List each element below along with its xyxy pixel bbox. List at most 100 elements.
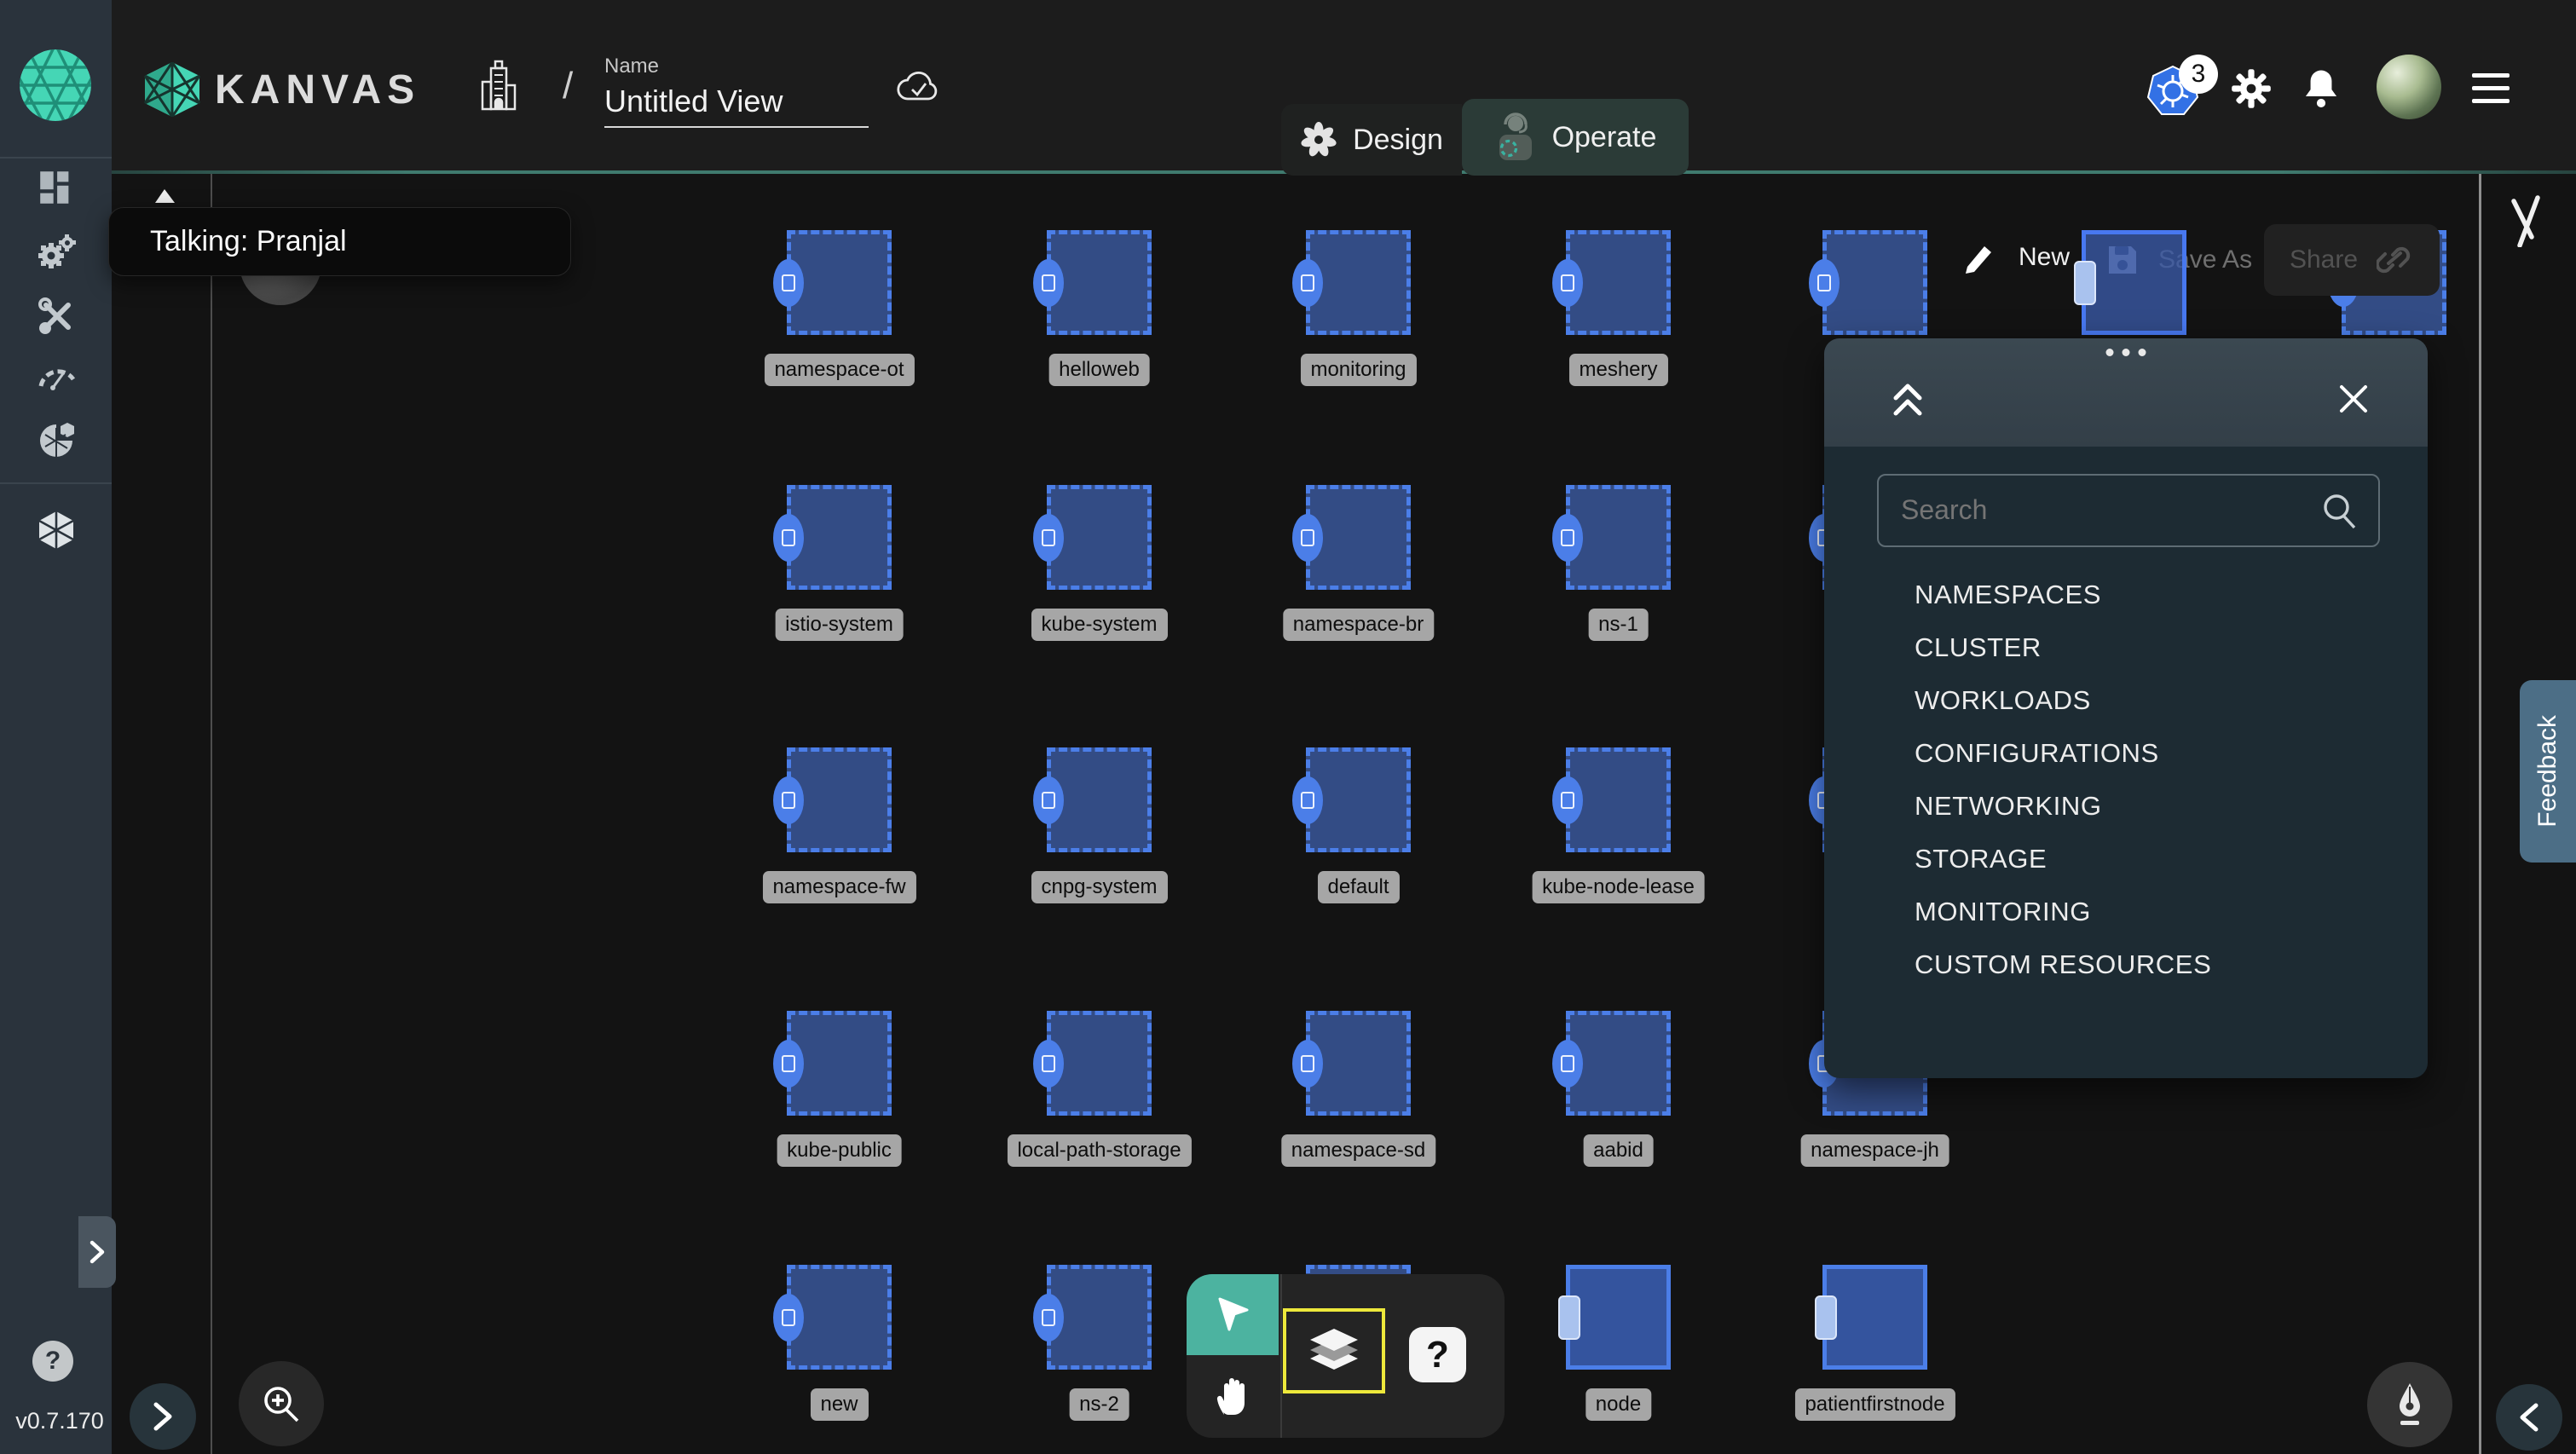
- node-connection-handle[interactable]: [773, 776, 804, 824]
- canvas-node-aabid[interactable]: aabid: [1566, 1011, 1671, 1116]
- search-icon[interactable]: [2320, 491, 2359, 530]
- canvas-node-monitoring[interactable]: monitoring: [1306, 230, 1411, 335]
- canvas-node-namespace-sd[interactable]: namespace-sd: [1306, 1011, 1411, 1116]
- canvas-node-kube-public[interactable]: kube-public: [787, 1011, 892, 1116]
- node-connection-handle[interactable]: [1809, 259, 1840, 307]
- feedback-tab[interactable]: Feedback: [2520, 680, 2576, 863]
- node-connection-handle[interactable]: [1292, 514, 1323, 562]
- panel-category-networking[interactable]: NETWORKING: [1915, 780, 2211, 833]
- settings-gear-icon[interactable]: [2231, 68, 2272, 113]
- tab-operate[interactable]: Operate: [1462, 99, 1689, 176]
- zoom-tool-button[interactable]: [239, 1361, 324, 1446]
- panel-category-storage[interactable]: STORAGE: [1915, 833, 2211, 886]
- canvas-node-ns-1[interactable]: ns-1: [1566, 485, 1671, 590]
- canvas-node[interactable]: [2082, 230, 2186, 335]
- chevron-left-icon: [2517, 1402, 2541, 1433]
- collapse-right-dock-button[interactable]: [2496, 1384, 2562, 1451]
- drag-handle-dots-icon[interactable]: [2102, 345, 2151, 361]
- search-input[interactable]: [1899, 476, 2312, 544]
- node-connection-handle[interactable]: [1033, 514, 1064, 562]
- sidebar-item-lifecycle[interactable]: [36, 231, 77, 272]
- pan-tool-button[interactable]: [1187, 1355, 1279, 1438]
- feedback-label: Feedback: [2533, 715, 2562, 828]
- node-connection-handle[interactable]: [1552, 259, 1583, 307]
- canvas-node-kube-system[interactable]: kube-system: [1047, 485, 1152, 590]
- panel-category-configurations[interactable]: CONFIGURATIONS: [1915, 727, 2211, 780]
- node-connection-handle[interactable]: [1292, 1040, 1323, 1088]
- panel-category-monitoring[interactable]: MONITORING: [1915, 886, 2211, 938]
- sidebar-item-meshery[interactable]: [36, 510, 77, 551]
- sidebar-item-configuration[interactable]: [36, 295, 77, 336]
- sidebar-help-button[interactable]: ?: [32, 1341, 73, 1382]
- node-connection-handle[interactable]: [1292, 259, 1323, 307]
- canvas-node-patientfirstnode[interactable]: patientfirstnode: [1822, 1265, 1927, 1370]
- select-tool-button[interactable]: [1187, 1274, 1279, 1355]
- node-connection-handle[interactable]: [1033, 776, 1064, 824]
- node-connection-handle[interactable]: [1292, 776, 1323, 824]
- canvas-node-ns-2[interactable]: ns-2: [1047, 1265, 1152, 1370]
- node-label: istio-system: [775, 609, 904, 641]
- node-connection-handle[interactable]: [1552, 1040, 1583, 1088]
- tools-icon: [38, 297, 75, 334]
- talking-tooltip: Talking: Pranjal: [108, 207, 571, 276]
- expand-left-dock-button[interactable]: [130, 1383, 196, 1450]
- sidebar-item-dashboard[interactable]: [36, 167, 77, 208]
- panel-category-namespaces[interactable]: NAMESPACES: [1915, 568, 2211, 621]
- kanvas-logo-icon[interactable]: [142, 62, 203, 121]
- canvas-node-default[interactable]: default: [1306, 747, 1411, 852]
- collapse-double-chevron-up-icon[interactable]: [1889, 379, 1926, 420]
- node-connection-handle[interactable]: [1033, 1294, 1064, 1341]
- panel-category-workloads[interactable]: WORKLOADS: [1915, 674, 2211, 727]
- node-label: namespace-br: [1283, 609, 1434, 641]
- node-connection-handle[interactable]: [1033, 259, 1064, 307]
- sidebar-item-extensions[interactable]: [36, 420, 77, 461]
- toolbar-help-button[interactable]: ?: [1409, 1327, 1466, 1382]
- node-connection-handle[interactable]: [1552, 514, 1583, 562]
- panel-category-cluster[interactable]: CLUSTER: [1915, 621, 2211, 674]
- design-name-input[interactable]: [604, 84, 869, 128]
- canvas-node-namespace-fw[interactable]: namespace-fw: [787, 747, 892, 852]
- notifications-bell-icon[interactable]: [2302, 66, 2341, 115]
- dock-panel-header[interactable]: [1824, 338, 2428, 447]
- sidebar-item-performance[interactable]: [36, 354, 77, 395]
- node-connection-handle[interactable]: [1033, 1040, 1064, 1088]
- canvas-node-cnpg-system[interactable]: cnpg-system: [1047, 747, 1152, 852]
- canvas-toolbar: ?: [1187, 1274, 1505, 1438]
- tab-design[interactable]: Design: [1281, 104, 1462, 176]
- organization-icon[interactable]: [476, 60, 522, 117]
- menu-hamburger-icon[interactable]: [2470, 72, 2511, 112]
- dashboard-icon: [38, 170, 74, 205]
- canvas-node-kube-node-lease[interactable]: kube-node-lease: [1566, 747, 1671, 852]
- node-connection-handle[interactable]: [773, 514, 804, 562]
- close-icon[interactable]: [2337, 383, 2370, 415]
- node-connection-handle[interactable]: [1558, 1295, 1580, 1340]
- node-connection-handle[interactable]: [773, 1294, 804, 1341]
- annotation-pen-button[interactable]: [2367, 1362, 2452, 1447]
- canvas-node-namespace-ot[interactable]: namespace-ot: [787, 230, 892, 335]
- toolbar-divider: [1280, 1274, 1282, 1438]
- canvas-node-namespace-br[interactable]: namespace-br: [1306, 485, 1411, 590]
- layers-tool-button[interactable]: [1283, 1308, 1385, 1393]
- node-connection-handle[interactable]: [1815, 1295, 1837, 1340]
- right-dock-y-icon[interactable]: [2508, 194, 2544, 247]
- panel-search-box[interactable]: [1877, 474, 2380, 547]
- canvas-node[interactable]: [1822, 230, 1927, 335]
- user-avatar[interactable]: [2377, 55, 2441, 119]
- panel-category-custom-resources[interactable]: CUSTOM RESOURCES: [1915, 938, 2211, 991]
- meshery-logo[interactable]: [20, 49, 91, 121]
- sidebar-divider: [0, 157, 112, 159]
- share-button[interactable]: Share: [2264, 224, 2440, 296]
- canvas-node-istio-system[interactable]: istio-system: [787, 485, 892, 590]
- sidebar-expand-tab[interactable]: [78, 1216, 116, 1288]
- node-connection-handle[interactable]: [2074, 261, 2096, 305]
- canvas-node-meshery[interactable]: meshery: [1566, 230, 1671, 335]
- cloud-sync-icon[interactable]: [897, 68, 941, 110]
- canvas-node-new[interactable]: new: [787, 1265, 892, 1370]
- node-connection-handle[interactable]: [773, 1040, 804, 1088]
- node-label: kube-node-lease: [1532, 871, 1705, 903]
- canvas-node-node[interactable]: node: [1566, 1265, 1671, 1370]
- node-connection-handle[interactable]: [1552, 776, 1583, 824]
- node-connection-handle[interactable]: [773, 259, 804, 307]
- canvas-node-helloweb[interactable]: helloweb: [1047, 230, 1152, 335]
- canvas-node-local-path-storage[interactable]: local-path-storage: [1047, 1011, 1152, 1116]
